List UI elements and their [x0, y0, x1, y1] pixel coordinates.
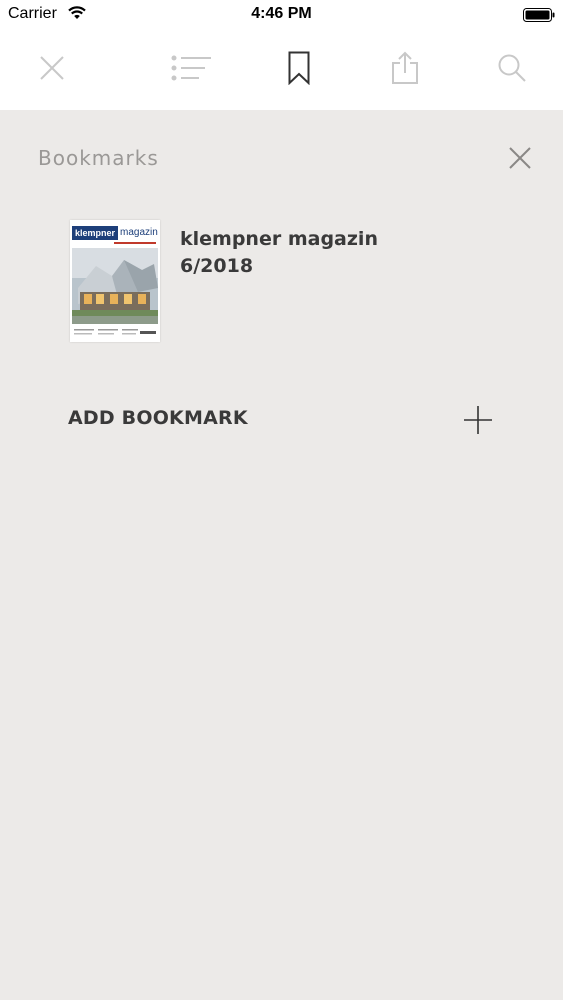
bookmark-icon	[288, 51, 310, 89]
add-bookmark-label[interactable]: ADD BOOKMARK	[68, 407, 248, 429]
panel-close-button[interactable]	[506, 144, 534, 172]
status-bar: Carrier 4:46 PM	[0, 0, 563, 30]
bookmark-title: klempner magazin 6/2018	[180, 226, 378, 280]
toolbar-close-button[interactable]	[32, 50, 72, 90]
cover-footer	[74, 329, 156, 335]
list-icon	[171, 55, 213, 85]
reader-toolbar	[0, 30, 563, 110]
panel-title: Bookmarks	[38, 146, 159, 170]
toolbar-share-button[interactable]	[385, 50, 425, 90]
cover-masthead-left: klempner	[72, 226, 118, 240]
toolbar-bookmarks-button[interactable]	[279, 50, 319, 90]
cover-rule	[114, 242, 156, 244]
bookmark-title-line1: klempner magazin	[180, 228, 378, 250]
toolbar-contents-button[interactable]	[171, 50, 213, 90]
search-icon	[497, 53, 527, 87]
cover-masthead-right: magazin	[120, 227, 158, 238]
magazine-cover: klempner magazin	[70, 220, 160, 342]
share-icon	[390, 51, 420, 89]
battery-icon	[523, 7, 555, 22]
status-time: 4:46 PM	[251, 5, 312, 22]
add-bookmark-button[interactable]	[462, 404, 494, 436]
cover-photo	[72, 248, 158, 324]
close-icon	[39, 55, 65, 85]
bookmark-item[interactable]: klempner magazin klempner magazin 6/2018	[70, 220, 500, 344]
plus-icon	[462, 406, 494, 440]
close-icon	[506, 147, 534, 176]
bookmark-title-line2: 6/2018	[180, 255, 254, 277]
cover-masthead: klempner magazin	[72, 226, 158, 240]
toolbar-search-button[interactable]	[492, 50, 532, 90]
